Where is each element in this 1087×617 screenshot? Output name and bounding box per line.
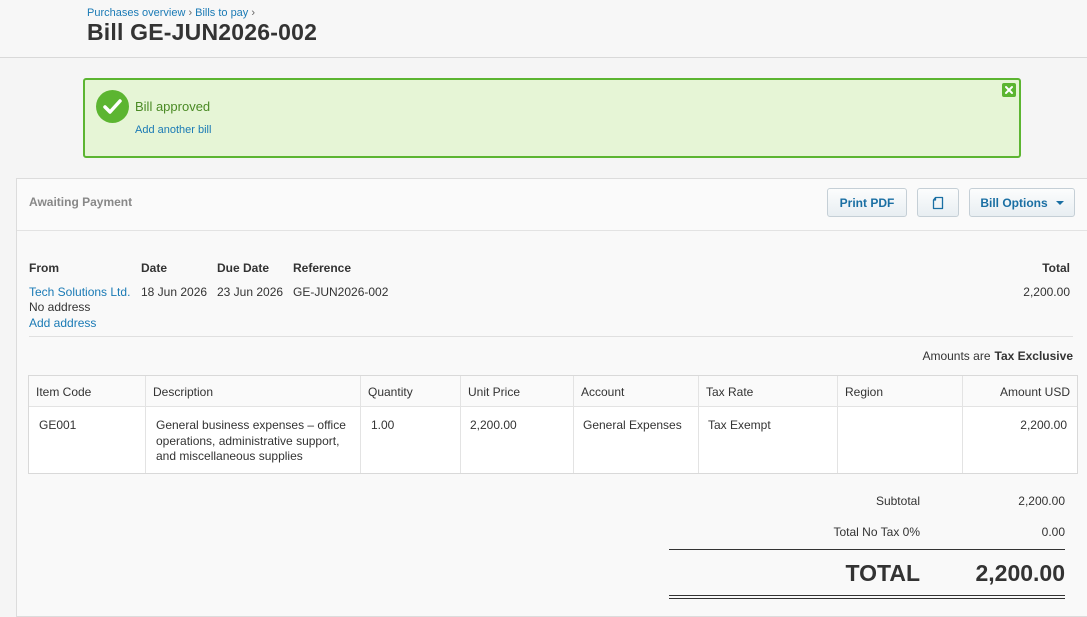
success-alert: Bill approved Add another bill xyxy=(83,78,1021,158)
subtotal-label: Subtotal xyxy=(875,494,920,508)
bill-due-date: 23 Jun 2026 xyxy=(217,285,284,299)
column-divider xyxy=(460,376,461,473)
column-divider xyxy=(573,376,574,473)
bill-options-button[interactable]: Bill Options xyxy=(969,188,1075,217)
bill-status: Awaiting Payment xyxy=(29,195,133,209)
cell-description: General business expenses – office opera… xyxy=(156,418,346,463)
tax-label: Total No Tax 0% xyxy=(833,525,921,539)
add-another-bill-link[interactable]: Add another bill xyxy=(135,124,211,136)
subtotal-value: 2,200.00 xyxy=(1018,494,1065,508)
line-items-table: Item Code Description Quantity Unit Pric… xyxy=(28,375,1078,474)
breadcrumb-separator: › xyxy=(188,7,193,19)
from-label: From xyxy=(29,261,59,275)
page-header: Purchases overview › Bills to pay › Bill GE… xyxy=(0,0,1087,58)
column-header-region: Region xyxy=(845,385,884,399)
double-underline xyxy=(669,595,1065,599)
bill-panel: Awaiting Payment Print PDF Bill Options … xyxy=(16,178,1087,617)
cell-tax-rate: Tax Exempt xyxy=(708,418,771,432)
column-divider xyxy=(962,376,963,473)
supplier-link[interactable]: Tech Solutions Ltd. xyxy=(29,285,130,299)
column-divider xyxy=(145,376,146,473)
column-header-tax-rate: Tax Rate xyxy=(706,385,754,399)
cell-unit-price: 2,200.00 xyxy=(470,418,517,432)
bill-total: 2,200.00 xyxy=(1023,285,1070,299)
column-header-description: Description xyxy=(153,385,214,399)
column-header-unit-price: Unit Price xyxy=(468,385,521,399)
close-icon[interactable] xyxy=(1002,83,1016,97)
breadcrumb-purchases-overview[interactable]: Purchases overview xyxy=(87,7,185,19)
amounts-are-label: Amounts are xyxy=(922,349,991,363)
bill-reference: GE-JUN2026-002 xyxy=(293,285,389,299)
alert-message: Bill approved xyxy=(135,99,211,114)
bill-panel-header: Awaiting Payment Print PDF Bill Options xyxy=(17,179,1087,231)
reference-label: Reference xyxy=(293,261,352,275)
column-divider xyxy=(698,376,699,473)
cell-amount: 2,200.00 xyxy=(1020,418,1067,432)
column-header-amount: Amount USD xyxy=(999,385,1070,399)
check-circle-icon xyxy=(96,90,129,123)
tax-value: 0.00 xyxy=(1041,525,1065,539)
cell-account: General Expenses xyxy=(583,418,682,432)
print-pdf-button[interactable]: Print PDF xyxy=(827,188,907,217)
grand-total-value: 2,200.00 xyxy=(975,560,1065,586)
bill-date: 18 Jun 2026 xyxy=(141,285,208,299)
due-date-label: Due Date xyxy=(217,261,270,275)
bill-options-label: Bill Options xyxy=(980,195,1048,210)
total-label: Total xyxy=(1042,261,1070,275)
column-header-quantity: Quantity xyxy=(368,385,413,399)
supplier-address: No address xyxy=(29,300,91,314)
column-header-account: Account xyxy=(581,385,625,399)
copy-icon xyxy=(932,196,944,209)
column-divider xyxy=(360,376,361,473)
column-header-item-code: Item Code xyxy=(36,385,92,399)
divider xyxy=(29,336,1073,337)
grand-total-label: TOTAL xyxy=(845,560,920,586)
chevron-down-icon xyxy=(1055,200,1064,205)
cell-item-code: GE001 xyxy=(39,418,77,432)
amounts-are-note: Amounts are Tax Exclusive xyxy=(922,349,1073,363)
date-label: Date xyxy=(141,261,168,275)
breadcrumb-separator: › xyxy=(251,7,255,19)
breadcrumb: Purchases overview › Bills to pay › xyxy=(87,7,258,19)
copy-button[interactable] xyxy=(917,188,959,217)
add-address-link[interactable]: Add address xyxy=(29,316,96,330)
divider xyxy=(669,549,1065,550)
column-divider xyxy=(837,376,838,473)
cell-quantity: 1.00 xyxy=(371,418,395,432)
page-title: Bill GE-JUN2026-002 xyxy=(87,19,318,45)
tax-mode-value: Tax Exclusive xyxy=(994,349,1074,363)
breadcrumb-bills-to-pay[interactable]: Bills to pay xyxy=(195,7,248,19)
